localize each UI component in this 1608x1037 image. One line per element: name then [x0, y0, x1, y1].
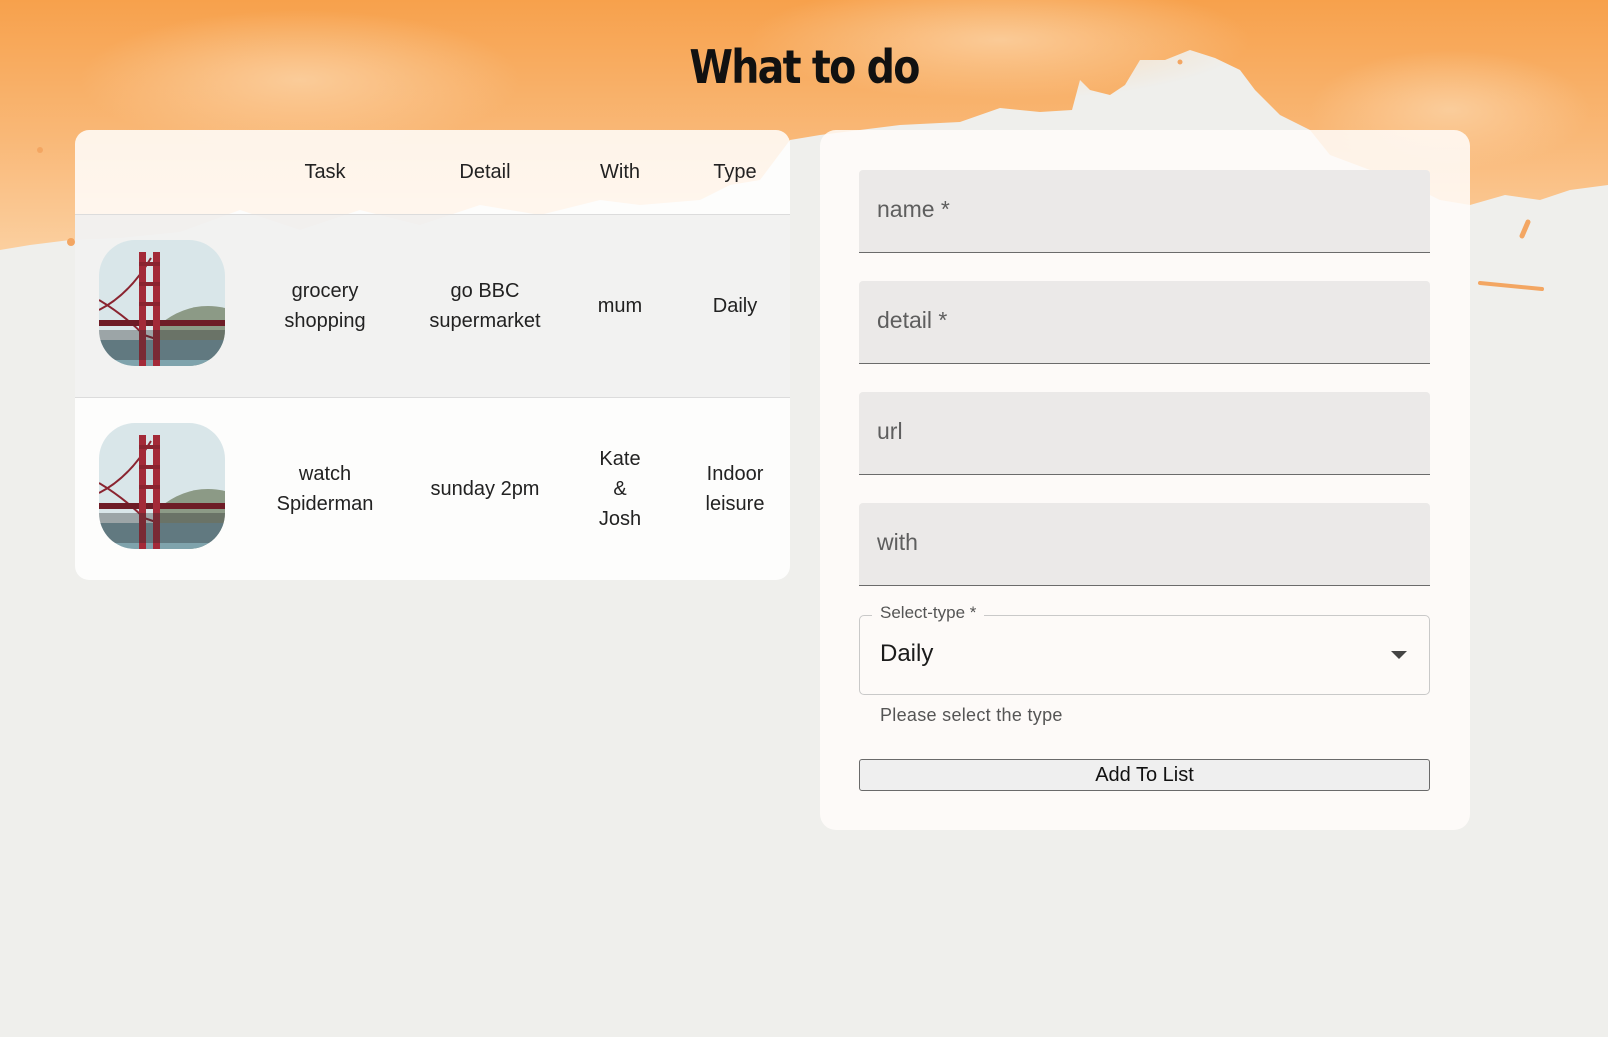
task-image [99, 240, 225, 366]
select-type-value: Daily [880, 640, 934, 667]
with-field[interactable]: with [859, 503, 1430, 586]
cell-with: Kate & Josh [598, 448, 642, 530]
header-with: With [600, 160, 640, 183]
detail-placeholder: detail * [877, 307, 948, 333]
add-to-list-button[interactable]: Add To List [859, 759, 1430, 791]
task-table: Task Detail With Type grocery shopping g… [75, 130, 790, 580]
cell-type: Indoor leisure [705, 463, 765, 515]
detail-field[interactable]: detail * [859, 281, 1430, 364]
cell-task: watch Spiderman [276, 463, 374, 515]
name-field[interactable]: name * [859, 170, 1430, 253]
cell-with: mum [597, 295, 643, 317]
cell-detail: go BBC supermarket [429, 280, 541, 332]
task-image [99, 423, 225, 549]
type-select[interactable]: Select-type * Daily [859, 603, 1430, 695]
header-type: Type [713, 160, 757, 183]
select-type-label: Select-type * [872, 603, 985, 623]
cell-detail: sunday 2pm [430, 478, 540, 500]
add-task-form: name * detail * url with Select-type * D… [820, 130, 1470, 830]
select-helper-text: Please select the type [880, 705, 1063, 725]
table-row[interactable]: watch Spiderman sunday 2pm Kate & Josh I… [75, 398, 790, 580]
url-field[interactable]: url [859, 392, 1430, 475]
header-detail: Detail [459, 160, 511, 183]
name-placeholder: name * [877, 196, 950, 222]
url-placeholder: url [877, 418, 903, 444]
table-header: Task Detail With Type [75, 130, 790, 215]
cell-type: Daily [712, 295, 758, 317]
with-placeholder: with [877, 529, 918, 555]
chevron-down-icon[interactable] [1391, 651, 1407, 659]
table-row[interactable]: grocery shopping go BBC supermarket mum … [75, 215, 790, 398]
page-title: What to do [689, 40, 920, 94]
cell-task: grocery shopping [284, 280, 366, 332]
header-task: Task [304, 160, 346, 183]
